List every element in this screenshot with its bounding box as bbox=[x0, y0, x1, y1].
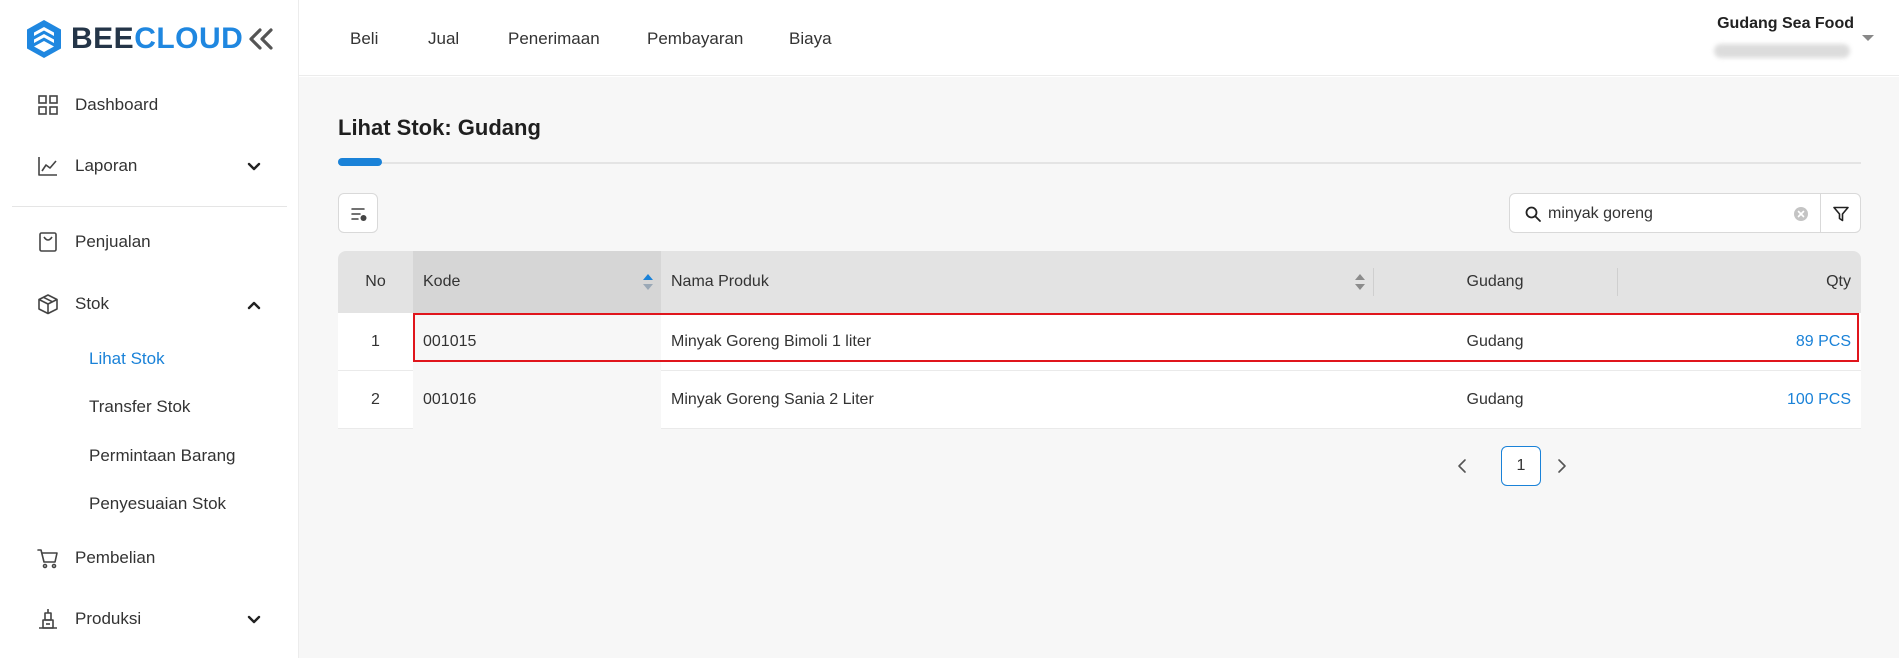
logo-text-cloud: CLOUD bbox=[134, 22, 244, 55]
sidebar-item-label: Laporan bbox=[75, 156, 138, 175]
cell-no: 1 bbox=[371, 333, 380, 350]
bag-icon bbox=[39, 232, 57, 252]
topnav-jual[interactable]: Jual bbox=[428, 28, 459, 50]
topnav-pembayaran[interactable]: Pembayaran bbox=[647, 28, 743, 50]
caret-down-icon bbox=[1862, 35, 1874, 41]
column-header-label: Nama Produk bbox=[671, 273, 769, 290]
grid-icon bbox=[38, 95, 58, 115]
column-settings-icon bbox=[351, 208, 367, 221]
sidebar-item-label: Pembelian bbox=[75, 548, 156, 567]
cell-qty-link[interactable]: 100 PCS bbox=[1617, 371, 1861, 429]
cell-kode: 001016 bbox=[413, 371, 661, 429]
column-header-kode[interactable]: Kode bbox=[413, 251, 661, 313]
sidebar-subitem-label: Penyesuaian Stok bbox=[89, 494, 227, 513]
sidebar-subitem-lihat-stok[interactable]: Lihat Stok bbox=[0, 339, 299, 379]
search-icon bbox=[1525, 206, 1541, 222]
column-settings-button[interactable] bbox=[338, 193, 378, 233]
title-accent-bar bbox=[338, 158, 382, 166]
collapse-sidebar-icon[interactable] bbox=[246, 27, 276, 51]
table-header: No Kode Nama Produk Gudang Qty bbox=[338, 251, 1861, 313]
sidebar-subitem-label: Transfer Stok bbox=[89, 397, 191, 416]
filter-button[interactable] bbox=[1820, 193, 1861, 233]
sidebar-item-laporan[interactable]: Laporan bbox=[0, 144, 299, 188]
sidebar-subitem-penyesuaian-stok[interactable]: Penyesuaian Stok bbox=[0, 484, 299, 524]
topnav-biaya[interactable]: Biaya bbox=[789, 28, 832, 50]
column-header-gudang: Gudang bbox=[1466, 273, 1524, 290]
sidebar-subitem-label: Permintaan Barang bbox=[89, 446, 236, 465]
cell-nama-produk: Minyak Goreng Bimoli 1 liter bbox=[671, 333, 872, 350]
filter-icon bbox=[1833, 206, 1849, 222]
sidebar-item-penjualan[interactable]: Penjualan bbox=[0, 220, 299, 264]
cart-icon bbox=[37, 549, 58, 569]
sidebar-item-produksi[interactable]: Produksi bbox=[0, 597, 299, 641]
search-input[interactable] bbox=[1548, 203, 1788, 225]
sort-icon bbox=[1355, 274, 1365, 290]
logo-text: BEECLOUD bbox=[71, 22, 243, 56]
sidebar: BEECLOUD Dashboard Laporan Penjualan Sto… bbox=[0, 0, 299, 658]
line-chart-icon bbox=[38, 157, 57, 176]
table-row[interactable]: 1 001015 Minyak Goreng Bimoli 1 liter Gu… bbox=[338, 313, 1861, 371]
page-title: Lihat Stok: Gudang bbox=[338, 115, 541, 140]
sidebar-subitem-label: Lihat Stok bbox=[89, 349, 165, 368]
pagination-page-current[interactable]: 1 bbox=[1501, 446, 1541, 486]
sidebar-item-stok[interactable]: Stok bbox=[0, 282, 299, 326]
box-icon bbox=[38, 294, 58, 315]
cell-kode: 001015 bbox=[413, 313, 661, 371]
sidebar-item-label: Penjualan bbox=[75, 232, 151, 251]
sidebar-subitem-permintaan-barang[interactable]: Permintaan Barang bbox=[0, 436, 299, 476]
factory-icon bbox=[39, 609, 57, 629]
topnav-penerimaan[interactable]: Penerimaan bbox=[508, 28, 600, 50]
title-underline bbox=[338, 162, 1861, 164]
cell-nama-produk: Minyak Goreng Sania 2 Liter bbox=[671, 391, 874, 408]
sidebar-subitem-transfer-stok[interactable]: Transfer Stok bbox=[0, 387, 299, 427]
sidebar-item-label: Produksi bbox=[75, 609, 142, 628]
column-header-label: Kode bbox=[423, 273, 461, 290]
top-bar: Beli Jual Penerimaan Pembayaran Biaya Gu… bbox=[299, 0, 1899, 76]
sidebar-item-label: Dashboard bbox=[75, 95, 159, 114]
logo: BEECLOUD bbox=[25, 19, 275, 59]
cell-qty-link[interactable]: 89 PCS bbox=[1617, 313, 1861, 371]
chevron-down-icon bbox=[247, 615, 261, 624]
chevron-up-icon bbox=[247, 301, 261, 310]
sidebar-item-label: Stok bbox=[75, 294, 110, 313]
pagination-prev-icon[interactable] bbox=[1447, 446, 1477, 486]
cell-gudang: Gudang bbox=[1466, 333, 1524, 350]
topnav-beli[interactable]: Beli bbox=[350, 28, 378, 50]
column-header-no: No bbox=[365, 273, 386, 290]
account-email-blurred bbox=[1714, 44, 1850, 58]
beecloud-logo-icon bbox=[27, 20, 61, 58]
column-header-qty: Qty bbox=[1826, 273, 1851, 290]
table-row[interactable]: 2 001016 Minyak Goreng Sania 2 Liter Gud… bbox=[338, 371, 1861, 429]
cell-gudang: Gudang bbox=[1466, 391, 1524, 408]
search-box bbox=[1509, 193, 1821, 233]
account-name: Gudang Sea Food bbox=[1717, 15, 1854, 32]
main-content: Lihat Stok: Gudang No Kode Nama Produk G bbox=[299, 77, 1899, 658]
cell-no: 2 bbox=[371, 391, 380, 408]
sidebar-item-pembelian[interactable]: Pembelian bbox=[0, 536, 299, 580]
sort-ascending-icon bbox=[643, 274, 653, 290]
column-header-nama-produk[interactable]: Nama Produk bbox=[661, 251, 1373, 313]
sidebar-divider bbox=[12, 206, 287, 207]
logo-text-bee: BEE bbox=[71, 22, 135, 55]
pagination-next-icon[interactable] bbox=[1547, 446, 1577, 486]
sidebar-item-dashboard[interactable]: Dashboard bbox=[0, 83, 299, 127]
chevron-down-icon bbox=[247, 162, 261, 171]
clear-icon[interactable] bbox=[1793, 206, 1809, 222]
account-menu[interactable]: Gudang Sea Food bbox=[1664, 13, 1874, 63]
